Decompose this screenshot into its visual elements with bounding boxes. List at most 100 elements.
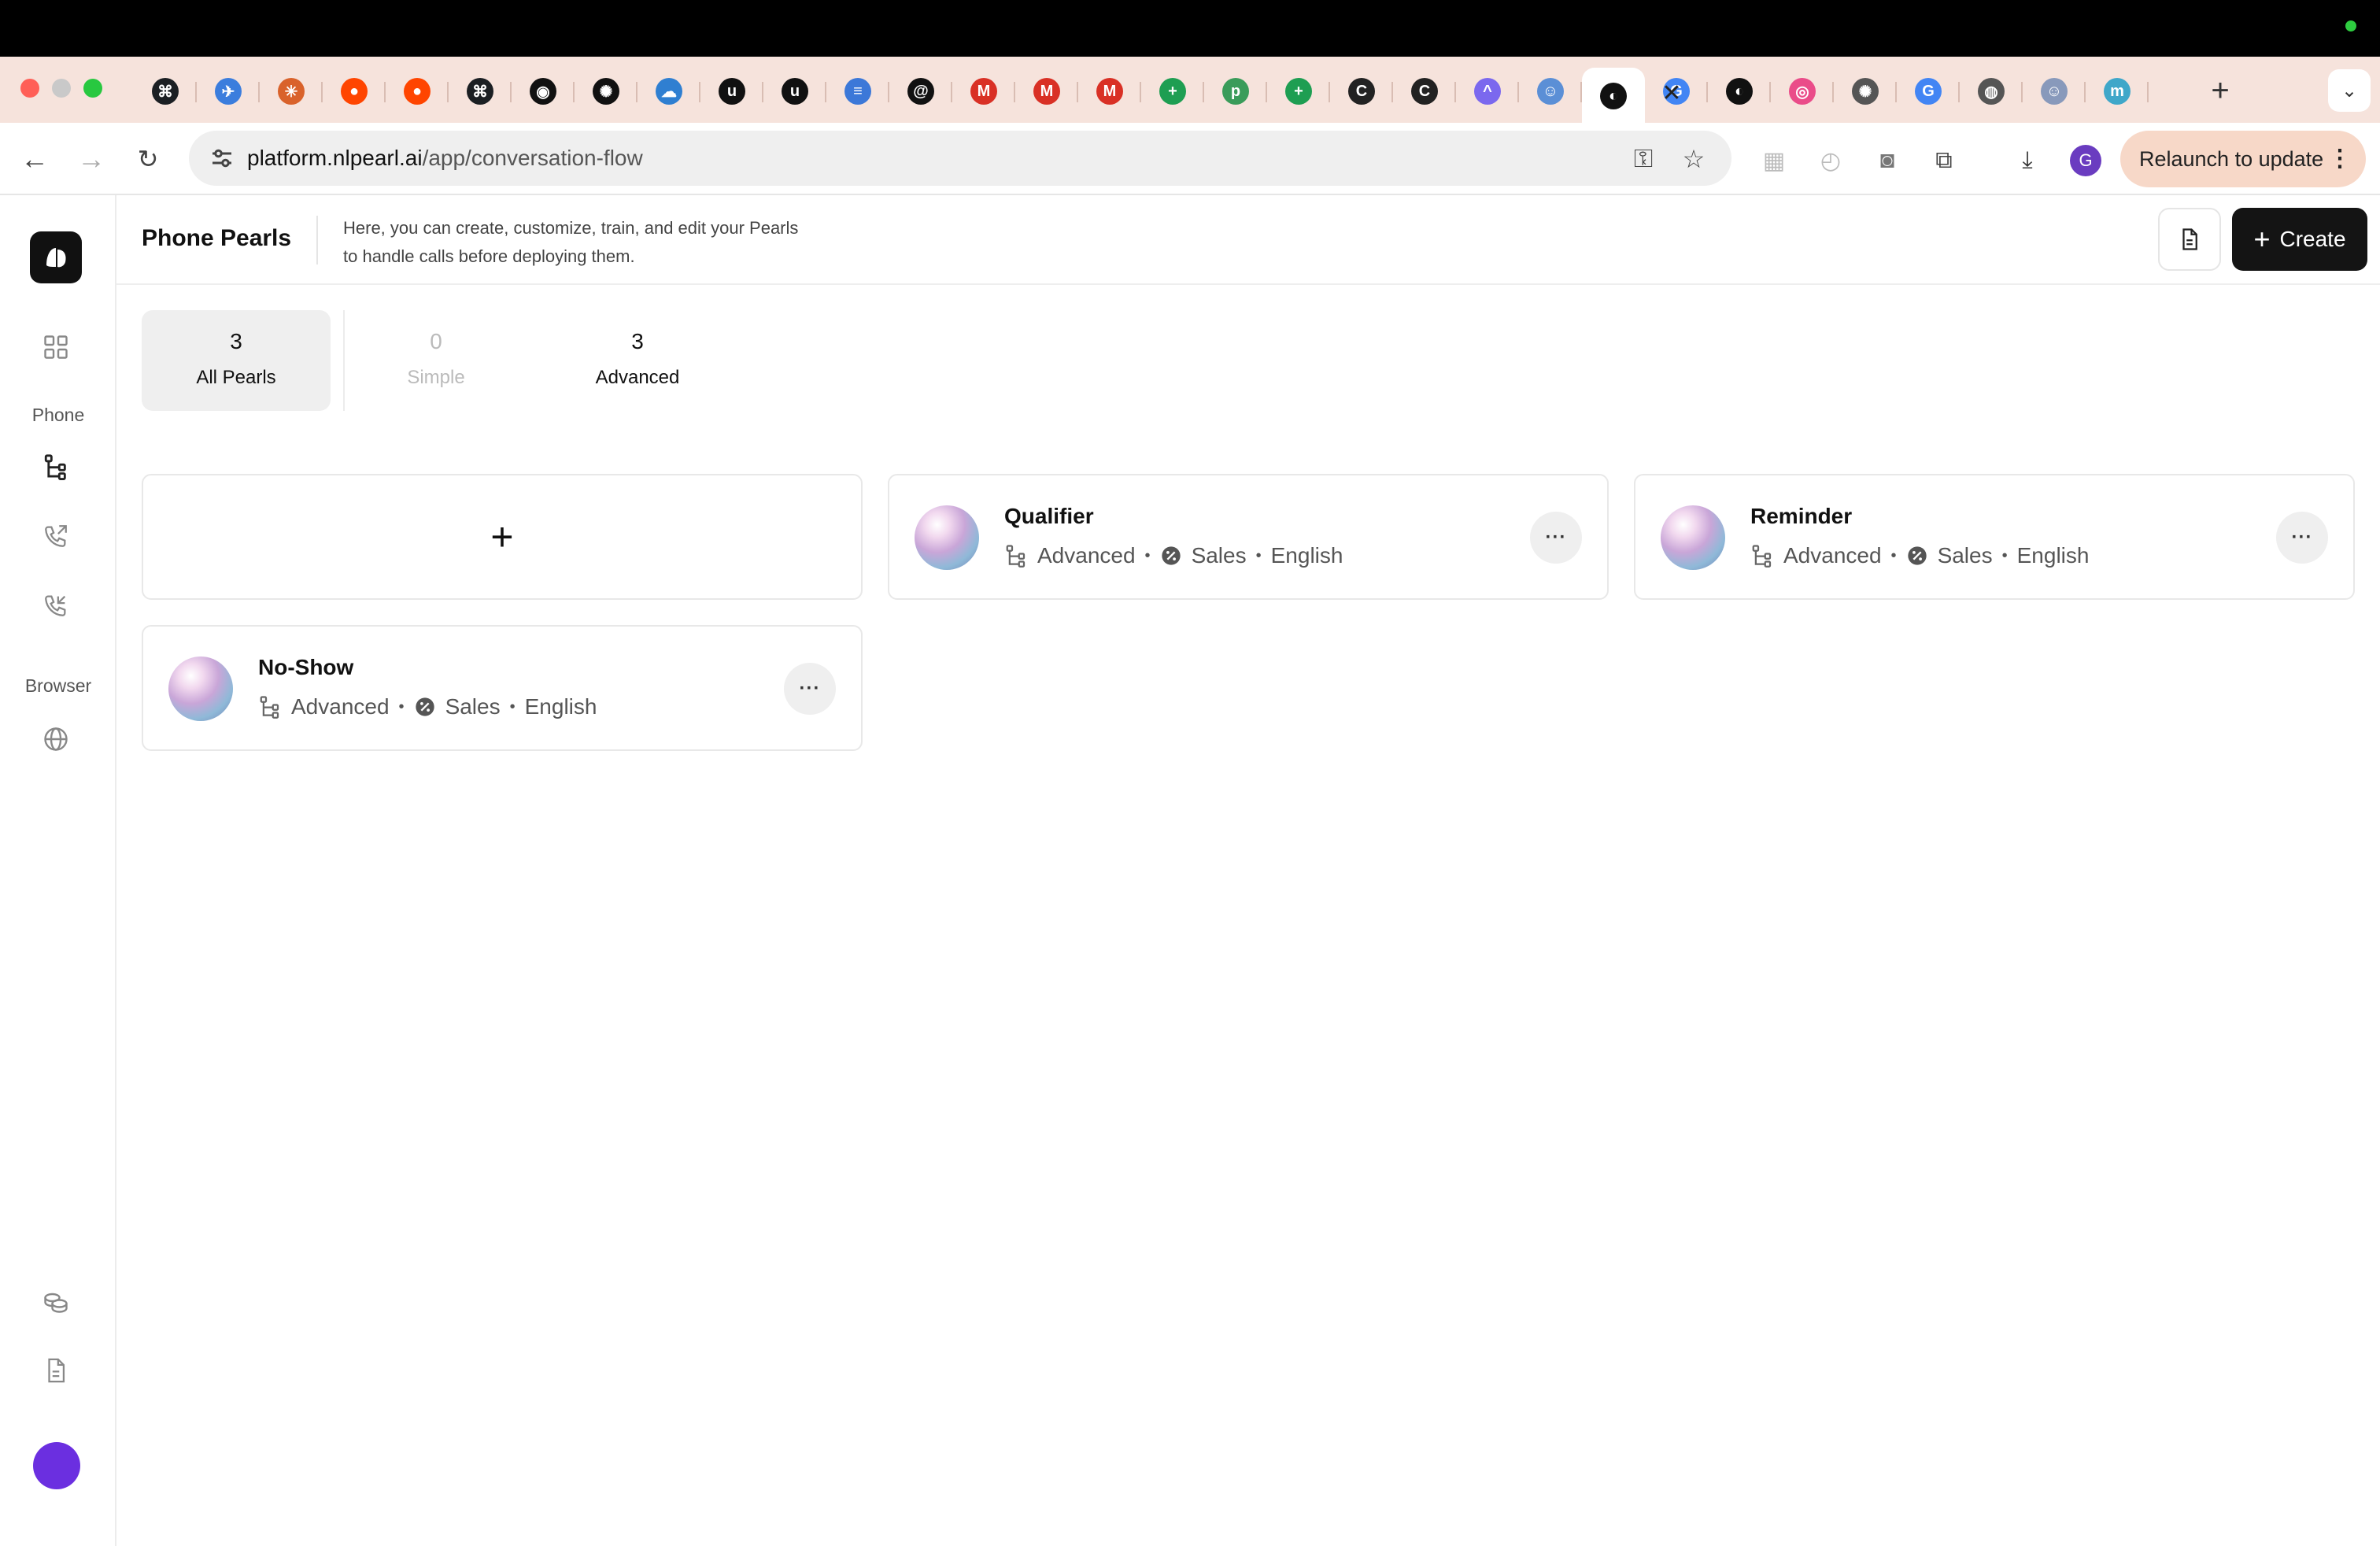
browser-tab[interactable]: p [1204, 68, 1267, 115]
browser-tab[interactable]: ^ [1456, 68, 1519, 115]
pearl-card[interactable]: Reminder Advanced • Sales • English ··· [1634, 474, 2355, 600]
browser-tab[interactable]: u [700, 68, 763, 115]
phone-section-label: Phone [31, 405, 85, 425]
pearl-category: Sales [1191, 543, 1247, 568]
url-text[interactable]: platform.nlpearl.ai/app/conversation-flo… [247, 131, 643, 186]
pearl-category: Sales [445, 694, 501, 719]
browser-tab[interactable]: ✈ [197, 68, 260, 115]
extensions-puzzle-icon[interactable]: ⧉ [1930, 146, 1958, 175]
window-minimize-button[interactable] [52, 79, 71, 98]
bullet-separator: • [2001, 546, 2008, 564]
browser-tab[interactable]: ◎ [1771, 68, 1834, 115]
browser-tab[interactable]: ✳ [260, 68, 323, 115]
bot-icon: ☺ [1537, 78, 1564, 105]
pearl-type: Advanced [1783, 543, 1882, 568]
pearl-card[interactable]: Qualifier Advanced • Sales • English ··· [888, 474, 1609, 600]
sales-badge-icon [1907, 546, 1927, 565]
browser-tab[interactable]: u [763, 68, 826, 115]
create-button[interactable]: + Create [2232, 208, 2367, 271]
documentation-button[interactable] [2158, 208, 2221, 271]
back-button[interactable]: ← [16, 140, 54, 178]
c-icon: C [1348, 78, 1375, 105]
threads-icon: @ [907, 78, 934, 105]
download-icon[interactable]: ⤓ [2013, 146, 2042, 175]
inbound-call-icon[interactable] [38, 587, 74, 623]
browser-tab[interactable]: ◐ [1582, 68, 1645, 124]
window-zoom-button[interactable] [83, 79, 102, 98]
p-icon: p [1222, 78, 1249, 105]
flow-icon [260, 696, 279, 719]
browser-tab[interactable]: ◉ [512, 68, 575, 115]
browser-tab[interactable]: m [2086, 68, 2149, 115]
pearl-menu-button[interactable]: ··· [2276, 512, 2328, 564]
gmail-icon: M [970, 78, 997, 105]
pearl-menu-button[interactable]: ··· [1530, 512, 1582, 564]
reload-button[interactable]: ↻ [129, 140, 167, 178]
browser-tab[interactable]: ☁ [638, 68, 700, 115]
pearl-icon: ◐ [1726, 78, 1753, 105]
browser-tab[interactable]: + [1141, 68, 1204, 115]
browser-tab-strip: ⌘ ✈ ✳ ● ● ⌘ ◉ ✺ ☁ u u ≡ @ M M M + p + C C ^ ☺ ◐ G ◐ ◎ ✺ G ◍ ☺ m ✕ + ⌄ [0, 57, 2380, 124]
browser-tab[interactable]: M [1015, 68, 1078, 115]
coins-icon[interactable] [38, 1283, 74, 1319]
browser-tab[interactable]: ● [386, 68, 449, 115]
filter-simple[interactable]: 0 Simple [357, 310, 515, 411]
site-settings-icon[interactable] [208, 144, 236, 172]
add-pearl-card[interactable]: + [142, 474, 863, 600]
dashboard-grid-icon[interactable] [38, 329, 74, 365]
status-dot-icon [2345, 20, 2356, 31]
globe-icon[interactable] [38, 721, 74, 757]
camera-icon[interactable]: ◙ [1873, 146, 1901, 175]
address-bar[interactable]: platform.nlpearl.ai/app/conversation-flo… [189, 131, 1731, 186]
pearl-orb-icon [1661, 505, 1725, 570]
browser-tab[interactable]: C [1330, 68, 1393, 115]
pearl-card[interactable]: No-Show Advanced • Sales • English ··· [142, 625, 863, 751]
document-icon [2182, 228, 2197, 250]
browser-tab[interactable]: + [1267, 68, 1330, 115]
filter-advanced[interactable]: 3 Advanced [559, 310, 716, 411]
document-icon[interactable] [38, 1352, 74, 1389]
new-tab-button[interactable]: + [2201, 71, 2240, 110]
clickup-icon: ^ [1474, 78, 1501, 105]
user-avatar[interactable] [33, 1442, 80, 1489]
browser-tab[interactable]: ⌘ [449, 68, 512, 115]
browser-tab[interactable]: ● [323, 68, 386, 115]
filter-all-pearls[interactable]: 3 All Pearls [142, 310, 331, 411]
bookmark-star-icon[interactable]: ☆ [1680, 145, 1708, 173]
relaunch-button[interactable]: Relaunch to update ⋮ [2120, 131, 2366, 187]
reddit-icon: ● [341, 78, 368, 105]
filter-label: Simple [407, 367, 465, 388]
close-tab-icon[interactable]: ✕ [1654, 76, 1689, 110]
conversation-flow-icon[interactable] [38, 449, 74, 485]
browser-tab[interactable]: M [1078, 68, 1141, 115]
outbound-call-icon[interactable] [38, 518, 74, 554]
browser-tab[interactable]: ✺ [1834, 68, 1897, 115]
browser-tab[interactable]: G [1897, 68, 1960, 115]
extension-grid-icon[interactable]: ▦ [1760, 146, 1788, 175]
password-key-icon[interactable]: ⚿ [1629, 144, 1658, 173]
browser-tab[interactable]: @ [889, 68, 952, 115]
browser-tab[interactable]: ☺ [2023, 68, 2086, 115]
pearl-logo-icon [46, 248, 66, 268]
pearl-menu-button[interactable]: ··· [784, 663, 836, 715]
browser-tab[interactable]: ◐ [1708, 68, 1771, 115]
forward-button[interactable]: → [72, 140, 110, 178]
browser-tab[interactable]: C [1393, 68, 1456, 115]
page-description: Here, you can create, customize, train, … [343, 214, 847, 271]
window-close-button[interactable] [20, 79, 39, 98]
filter-divider [343, 310, 345, 411]
browser-section-label: Browser [24, 675, 92, 696]
profile-avatar[interactable]: G [2070, 145, 2101, 176]
m-icon: m [2104, 78, 2131, 105]
extension-timer-icon[interactable]: ◴ [1816, 146, 1845, 175]
nlpearl-logo[interactable] [30, 231, 82, 283]
tab-search-button[interactable]: ⌄ [2328, 69, 2371, 112]
browser-tab[interactable]: ✺ [575, 68, 638, 115]
openai-icon: ✺ [593, 78, 619, 105]
circle-icon: ◉ [530, 78, 556, 105]
browser-tab[interactable]: M [952, 68, 1015, 115]
browser-tab[interactable]: ⌘ [134, 68, 197, 115]
browser-tab[interactable]: ◍ [1960, 68, 2023, 115]
browser-tab[interactable]: ≡ [826, 68, 889, 115]
browser-tab[interactable]: ☺ [1519, 68, 1582, 115]
